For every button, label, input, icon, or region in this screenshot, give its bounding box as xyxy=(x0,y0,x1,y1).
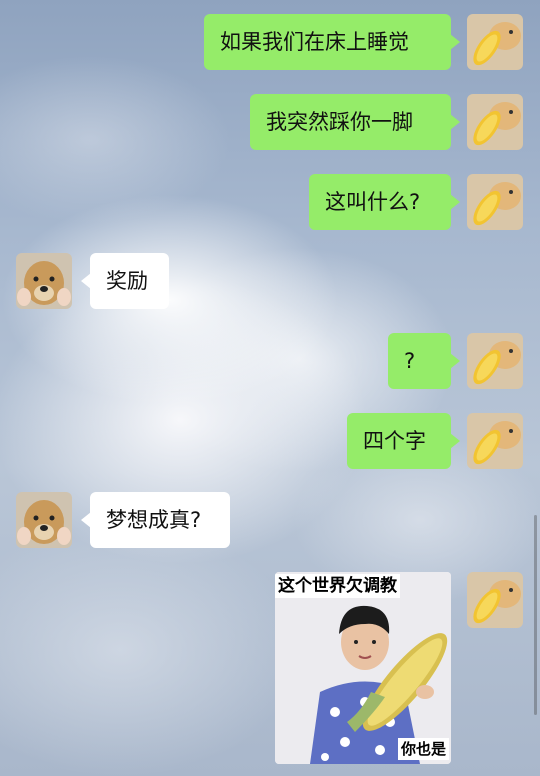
kid-holding-corn-illustration xyxy=(275,572,451,764)
scrollbar[interactable] xyxy=(534,515,537,715)
sticker-top-caption: 这个世界欠调教 xyxy=(275,574,400,598)
cat-with-corn-avatar[interactable] xyxy=(467,333,523,389)
puppy-avatar[interactable] xyxy=(16,253,72,309)
cat-with-corn-avatar[interactable] xyxy=(467,413,523,469)
sticker-bottom-caption: 你也是 xyxy=(397,738,449,760)
message-bubble[interactable]: 四个字 xyxy=(347,413,460,469)
cat-with-corn-avatar[interactable] xyxy=(467,94,523,150)
sticker-image-message[interactable]: 这个世界欠调教 你也是 xyxy=(275,572,451,764)
cat-with-corn-avatar[interactable] xyxy=(467,14,523,70)
message-bubble[interactable]: 奖励 xyxy=(81,253,169,309)
message-bubble[interactable]: ? xyxy=(388,333,460,389)
message-bubble[interactable]: 梦想成真? xyxy=(81,492,230,548)
message-bubble[interactable]: 我突然踩你一脚 xyxy=(250,94,460,150)
puppy-avatar[interactable] xyxy=(16,492,72,548)
cat-with-corn-avatar[interactable] xyxy=(467,174,523,230)
message-bubble[interactable]: 这叫什么? xyxy=(309,174,460,230)
message-bubble[interactable]: 如果我们在床上睡觉 xyxy=(204,14,460,70)
cat-with-corn-avatar[interactable] xyxy=(467,572,523,628)
